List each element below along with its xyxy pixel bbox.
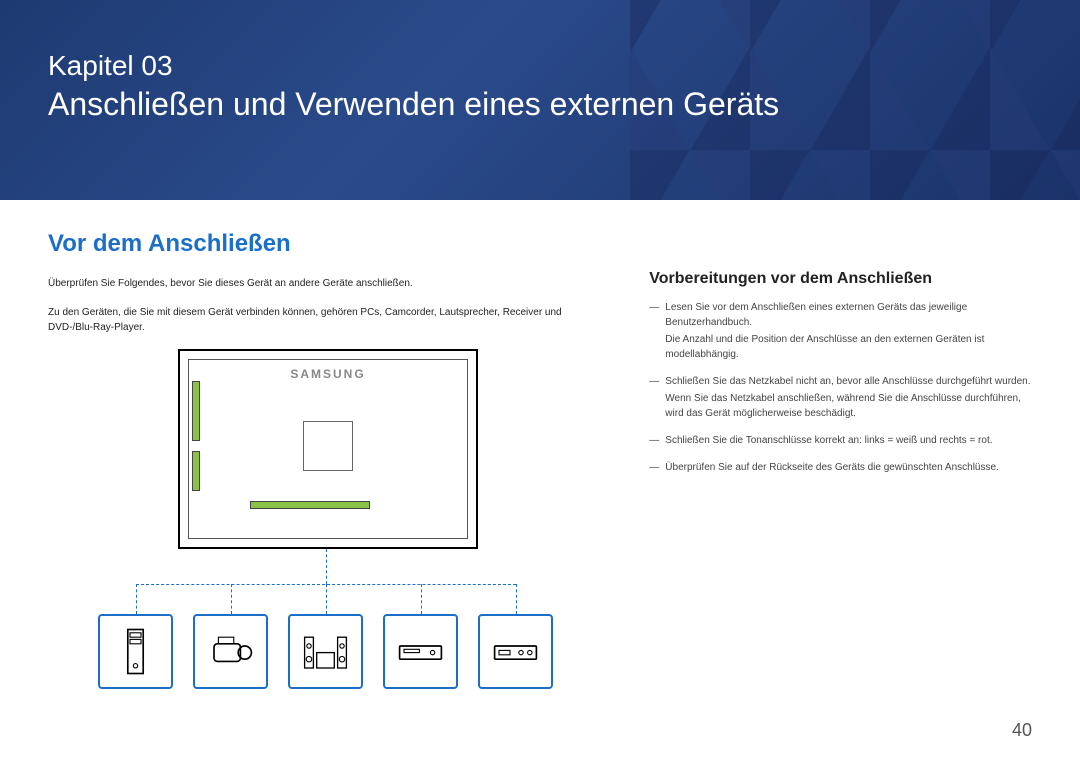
content-area: Vor dem Anschließen Überprüfen Sie Folge… xyxy=(0,200,1080,689)
brand-logo: SAMSUNG xyxy=(290,367,365,381)
bullet-sub: Wenn Sie das Netzkabel anschließen, währ… xyxy=(665,391,1032,421)
list-item: Überprüfen Sie auf der Rückseite des Ger… xyxy=(649,460,1032,475)
subsection-title: Vorbereitungen vor dem Anschließen xyxy=(649,270,1032,288)
connection-line-main xyxy=(326,549,327,584)
section-title: Vor dem Anschließen xyxy=(48,230,609,258)
pc-tower-icon xyxy=(108,624,163,679)
chapter-title: Anschließen und Verwenden eines externen… xyxy=(48,86,1032,123)
camcorder-icon xyxy=(203,624,258,679)
connection-line-3 xyxy=(326,584,327,614)
device-camcorder xyxy=(193,614,268,689)
right-column: Vorbereitungen vor dem Anschließen Lesen… xyxy=(649,230,1032,689)
list-item: Lesen Sie vor dem Anschließen eines exte… xyxy=(649,300,1032,362)
dvd-player-icon xyxy=(393,624,448,679)
bullet-main: Schließen Sie das Netzkabel nicht an, be… xyxy=(665,376,1030,387)
connection-line-5 xyxy=(516,584,517,614)
tv-rear-panel: SAMSUNG xyxy=(178,349,478,549)
bullet-main: Überprüfen Sie auf der Rückseite des Ger… xyxy=(665,462,999,473)
intro-text-2: Zu den Geräten, die Sie mit diesem Gerät… xyxy=(48,305,609,335)
bullet-main: Schließen Sie die Tonanschlüsse korrekt … xyxy=(665,435,992,446)
device-receiver xyxy=(478,614,553,689)
port-strip-left-upper xyxy=(192,381,200,441)
chapter-label: Kapitel 03 xyxy=(48,50,1032,82)
port-strip-left-lower xyxy=(192,451,200,491)
bullet-sub: Die Anzahl und die Position der Anschlüs… xyxy=(665,332,1032,362)
connection-diagram: SAMSUNG xyxy=(48,349,528,689)
left-column: Vor dem Anschließen Überprüfen Sie Folge… xyxy=(48,230,609,689)
device-speaker-system xyxy=(288,614,363,689)
page-number: 40 xyxy=(1012,720,1032,741)
bullet-main: Lesen Sie vor dem Anschließen eines exte… xyxy=(665,302,967,328)
intro-text-1: Überprüfen Sie Folgendes, bevor Sie dies… xyxy=(48,276,609,291)
device-dvd-player xyxy=(383,614,458,689)
list-item: Schließen Sie das Netzkabel nicht an, be… xyxy=(649,374,1032,421)
preparation-list: Lesen Sie vor dem Anschließen eines exte… xyxy=(649,300,1032,475)
port-strip-bottom xyxy=(250,501,370,509)
connection-line-4 xyxy=(421,584,422,614)
connection-line-1 xyxy=(136,584,137,614)
receiver-icon xyxy=(488,624,543,679)
manual-page: Kapitel 03 Anschließen und Verwenden ein… xyxy=(0,0,1080,763)
speaker-system-icon xyxy=(298,624,353,679)
connection-line-2 xyxy=(231,584,232,614)
vesa-mount xyxy=(303,421,353,471)
list-item: Schließen Sie die Tonanschlüsse korrekt … xyxy=(649,433,1032,448)
chapter-header: Kapitel 03 Anschließen und Verwenden ein… xyxy=(0,0,1080,200)
device-pc-tower xyxy=(98,614,173,689)
device-row xyxy=(98,614,553,689)
